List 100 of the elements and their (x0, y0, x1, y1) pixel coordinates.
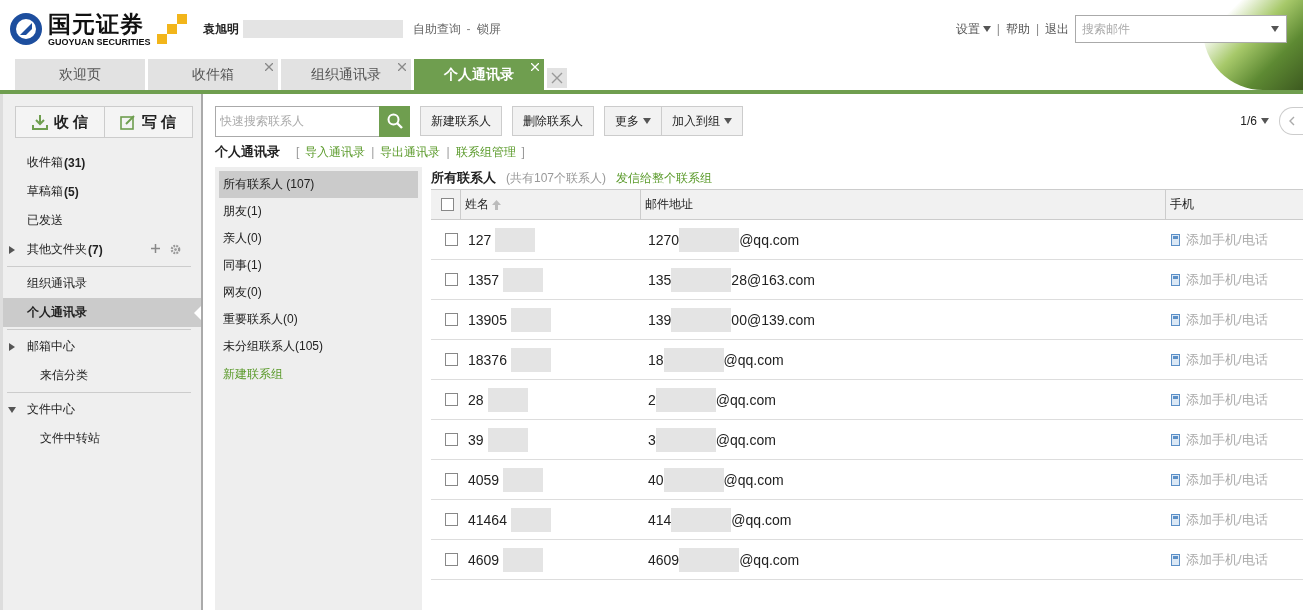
close-all-tabs-button[interactable] (547, 68, 567, 88)
redacted-area (503, 547, 544, 572)
tab[interactable]: 欢迎页 (15, 59, 145, 90)
email-start: 414 (648, 511, 672, 528)
dropdown-button[interactable]: 加入到组 (662, 106, 743, 136)
sidebar-item[interactable]: 来信分类 (3, 361, 191, 390)
row-checkbox[interactable] (445, 233, 458, 246)
header-link[interactable]: 自助查询 (412, 20, 461, 38)
toolbar-button[interactable]: 删除联系人 (512, 106, 594, 136)
book-link[interactable]: 联系组管理 (455, 143, 516, 161)
column-header[interactable]: 姓名 (460, 189, 640, 220)
redacted-area (679, 227, 740, 252)
redacted-area (510, 347, 551, 372)
book-link[interactable]: 导入通讯录 (305, 143, 366, 161)
sidebar-item[interactable]: 文件中心 (3, 395, 191, 424)
top-link[interactable]: 帮助 (1005, 20, 1030, 38)
top-link[interactable]: 退出 (1045, 20, 1069, 38)
column-header[interactable]: 手机 (1165, 189, 1303, 220)
tab[interactable]: 组织通讯录 (281, 59, 411, 90)
search-icon (386, 113, 403, 129)
row-checkbox[interactable] (445, 393, 458, 406)
bracket: ] (521, 145, 525, 159)
page-indicator[interactable]: 1/6 (1240, 114, 1257, 128)
sidebar-item[interactable]: 已发送 (3, 206, 191, 235)
group-item[interactable]: 同事(1) (219, 252, 418, 279)
redacted-area (495, 227, 536, 252)
dropdown-caret-icon[interactable] (1261, 117, 1269, 125)
email-start: 3 (648, 431, 656, 448)
redacted-area (503, 467, 544, 492)
contact-name: 41464 (468, 511, 507, 528)
redacted-area (671, 307, 732, 332)
dropdown-caret-icon[interactable] (982, 25, 991, 33)
email-end: @qq.com (739, 551, 800, 568)
row-checkbox[interactable] (445, 553, 458, 566)
receive-button[interactable]: 收 信 (16, 107, 104, 137)
redacted-area (510, 307, 551, 332)
group-item[interactable]: 网友(0) (219, 279, 418, 306)
dropdown-caret-icon[interactable] (1271, 25, 1279, 33)
contact-search-field[interactable]: 快速搜索联系人 (215, 105, 379, 137)
send-to-group-link[interactable]: 发信给整个联系组 (616, 169, 712, 187)
mail-search-field[interactable]: 搜索邮件 (1075, 15, 1287, 43)
collapsed-arrow-icon[interactable] (8, 342, 16, 351)
redacted-area (487, 387, 528, 412)
select-all-checkbox[interactable] (441, 198, 454, 211)
logo-squares-icon (154, 12, 189, 46)
group-item[interactable]: 亲人(0) (219, 225, 418, 252)
group-item[interactable]: 重要联系人(0) (219, 306, 418, 333)
row-checkbox[interactable] (445, 313, 458, 326)
book-link[interactable]: 导出通讯录 (380, 143, 441, 161)
settings-icon[interactable] (170, 244, 181, 255)
row-checkbox[interactable] (445, 353, 458, 366)
column-header[interactable]: 邮件地址 (640, 189, 1165, 220)
expanded-arrow-icon[interactable] (8, 405, 16, 414)
row-checkbox[interactable] (445, 513, 458, 526)
collapsed-arrow-icon[interactable] (8, 245, 16, 254)
row-checkbox[interactable] (445, 273, 458, 286)
phone-icon (1171, 513, 1180, 526)
sidebar-item[interactable]: 邮箱中心 (3, 332, 191, 361)
dropdown-button[interactable]: 更多 (604, 106, 662, 136)
contact-name: 18376 (468, 351, 507, 368)
close-icon[interactable] (398, 63, 406, 71)
toolbar-button[interactable]: 新建联系人 (420, 106, 502, 136)
row-checkbox[interactable] (445, 473, 458, 486)
redacted-area (663, 467, 724, 492)
sidebar-item[interactable]: 草稿箱(5) (3, 177, 191, 206)
sidebar-item[interactable]: 收件箱(31) (3, 148, 191, 177)
sidebar-item[interactable]: 其他文件夹(7) (3, 235, 191, 264)
separator: | (371, 145, 375, 159)
close-icon[interactable] (265, 63, 273, 71)
sidebar-item[interactable]: 个人通讯录 (3, 298, 201, 327)
top-link[interactable]: 设置 (955, 20, 991, 38)
caret-icon (643, 117, 651, 125)
group-item[interactable]: 未分组联系人(105) (219, 333, 418, 360)
redacted-area (655, 387, 716, 412)
email-end: 28@163.com (731, 271, 815, 288)
contact-name: 39 (468, 431, 484, 448)
row-checkbox[interactable] (445, 433, 458, 446)
contact-name: 1357 (468, 271, 500, 288)
redacted-area (679, 547, 740, 572)
phone-icon (1171, 313, 1180, 326)
sidebar-item[interactable]: 文件中转站 (3, 424, 191, 453)
group-item[interactable]: 朋友(1) (219, 198, 418, 225)
compose-button[interactable]: 写 信 (103, 107, 192, 137)
sidebar-item[interactable]: 组织通讯录 (3, 269, 191, 298)
phone-icon (1171, 553, 1180, 566)
email-start: 135 (648, 271, 672, 288)
header-link[interactable]: 锁屏 (476, 20, 501, 38)
email-end: @qq.com (723, 471, 784, 488)
email-start: 139 (648, 311, 672, 328)
email-start: 2 (648, 391, 656, 408)
add-icon[interactable] (151, 244, 160, 253)
tab[interactable]: 收件箱 (148, 59, 278, 90)
redacted-area (487, 427, 528, 452)
list-title: 所有联系人 (431, 169, 496, 187)
download-icon (31, 114, 48, 130)
search-button[interactable] (379, 105, 410, 137)
group-item[interactable]: 所有联系人 (107) (219, 171, 418, 198)
redacted-area (655, 427, 716, 452)
redacted-area (503, 267, 544, 292)
bracket: [ (296, 145, 300, 159)
